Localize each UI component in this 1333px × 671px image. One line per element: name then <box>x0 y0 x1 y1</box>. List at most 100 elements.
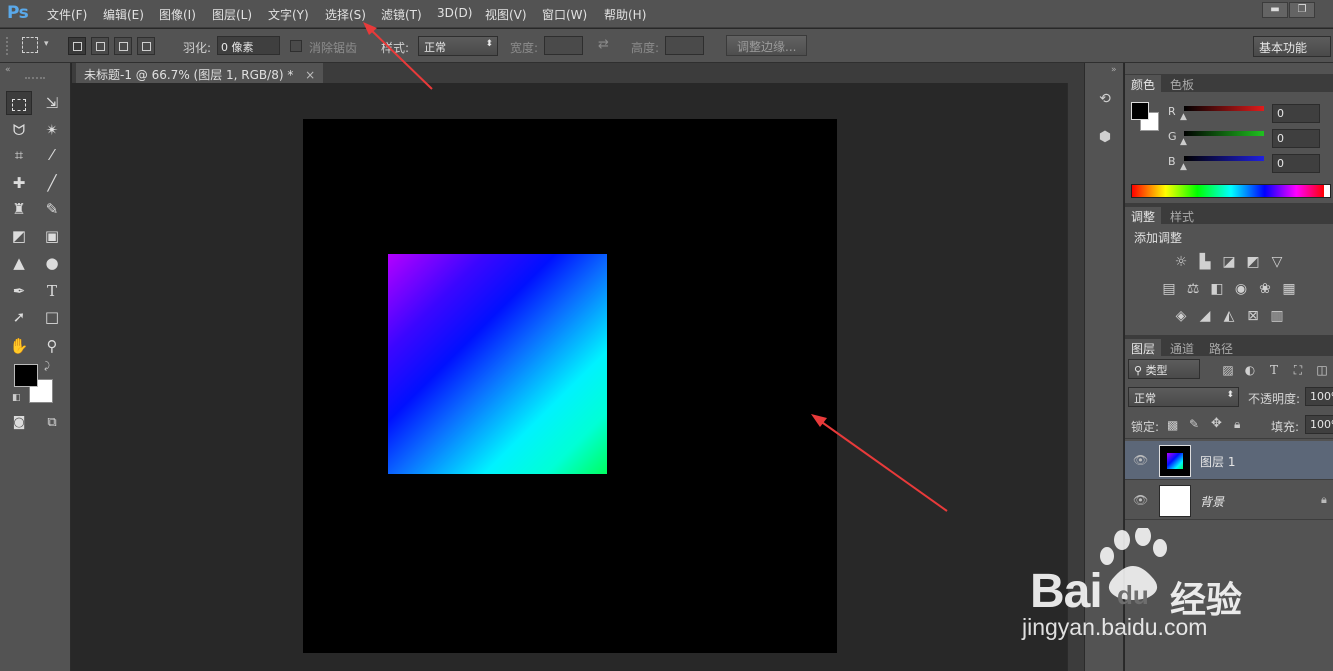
close-icon[interactable]: × <box>305 68 315 82</box>
brush-tool-icon[interactable]: ╱ <box>39 171 65 195</box>
default-colors-icon[interactable]: ◧ <box>12 393 21 403</box>
swap-icon[interactable]: ⇄ <box>598 37 609 52</box>
tab-channels[interactable]: 通道 <box>1164 339 1200 356</box>
eye-icon[interactable]: 👁︎ <box>1133 493 1148 507</box>
eye-icon[interactable]: 👁︎ <box>1133 453 1148 467</box>
posterize-icon[interactable]: ◢ <box>1195 306 1215 326</box>
gradient-tool-icon[interactable]: ▣ <box>39 224 65 248</box>
invert-icon[interactable]: ◈ <box>1171 306 1191 326</box>
subtract-selection-icon[interactable] <box>114 37 132 55</box>
color-spectrum-ramp[interactable] <box>1131 184 1331 198</box>
gradient-square[interactable] <box>388 254 607 474</box>
opacity-input[interactable]: 100% <box>1305 387 1333 406</box>
menu-image[interactable]: 图像(I) <box>159 6 196 23</box>
hand-tool-icon[interactable]: ✋ <box>6 334 32 358</box>
slider-handle-icon[interactable]: ▲ <box>1180 112 1187 122</box>
foreground-swatch[interactable] <box>1131 102 1149 120</box>
curves-icon[interactable]: ◪ <box>1219 252 1239 272</box>
menu-file[interactable]: 文件(F) <box>47 6 87 23</box>
channel-b-value[interactable]: 0 <box>1272 154 1320 173</box>
color-balance-icon[interactable]: ⚖ <box>1183 279 1203 299</box>
brightness-icon[interactable]: ☼ <box>1171 252 1191 272</box>
blend-mode-select[interactable]: 正常 ⬍ <box>1128 387 1239 407</box>
restore-icon[interactable]: ❐ <box>1289 2 1315 18</box>
filter-pixel-icon[interactable]: ▨ <box>1218 360 1238 380</box>
photo-filter-icon[interactable]: ◉ <box>1231 279 1251 299</box>
menu-window[interactable]: 窗口(W) <box>542 6 587 23</box>
fill-input[interactable]: 100% <box>1305 415 1333 434</box>
feather-input[interactable]: 0 像素 <box>217 36 280 55</box>
healing-brush-icon[interactable]: ✚ <box>6 171 32 195</box>
menu-layer[interactable]: 图层(L) <box>212 6 252 23</box>
style-select[interactable]: 正常 ⬍ <box>418 36 498 56</box>
tab-layers[interactable]: 图层 <box>1125 339 1162 356</box>
menu-select[interactable]: 选择(S) <box>325 6 366 23</box>
eraser-icon[interactable]: ◩ <box>6 224 32 248</box>
filter-type-icon[interactable]: T <box>1264 360 1284 380</box>
tab-color[interactable]: 颜色 <box>1125 75 1162 92</box>
hue-saturation-icon[interactable]: ▤ <box>1159 279 1179 299</box>
dodge-tool-icon[interactable]: ● <box>39 251 65 275</box>
lock-pixels-icon[interactable]: ✎ <box>1189 417 1199 431</box>
lock-transparent-icon[interactable]: ▩ <box>1167 418 1178 432</box>
screen-mode-icon[interactable]: ⧉ <box>39 411 65 435</box>
chevron-down-icon[interactable]: ▾ <box>44 39 49 49</box>
channel-g-slider[interactable] <box>1184 131 1264 136</box>
slider-handle-icon[interactable]: ▲ <box>1180 137 1187 147</box>
menu-help[interactable]: 帮助(H) <box>604 6 646 23</box>
eyedropper-icon[interactable]: ⁄ <box>39 143 65 167</box>
channel-r-slider[interactable] <box>1184 106 1264 111</box>
history-brush-icon[interactable]: ✎ <box>39 197 65 221</box>
expand-icon[interactable]: » <box>1111 65 1117 75</box>
channel-b-slider[interactable] <box>1184 156 1264 161</box>
exposure-icon[interactable]: ◩ <box>1243 252 1263 272</box>
levels-icon[interactable]: ▙ <box>1195 252 1215 272</box>
antialias-checkbox[interactable] <box>290 40 302 52</box>
intersect-selection-icon[interactable] <box>137 37 155 55</box>
history-panel-icon[interactable]: ⟲ <box>1091 87 1119 111</box>
filter-adjustment-icon[interactable]: ◐ <box>1240 360 1260 380</box>
zoom-tool-icon[interactable]: ⚲ <box>39 334 65 358</box>
vibrance-icon[interactable]: ▽ <box>1267 252 1287 272</box>
path-select-icon[interactable]: ➚ <box>6 305 32 329</box>
menu-view[interactable]: 视图(V) <box>485 6 527 23</box>
tab-styles[interactable]: 样式 <box>1164 207 1200 224</box>
layer-row[interactable]: 👁︎ 背景 🔒︎ <box>1125 481 1333 520</box>
document-tab[interactable]: 未标题-1 @ 66.7% (图层 1, RGB/8) * × <box>76 63 324 83</box>
lock-all-icon[interactable]: 🔒︎ <box>1234 417 1240 432</box>
black-white-icon[interactable]: ◧ <box>1207 279 1227 299</box>
selective-color-icon[interactable]: ⊠ <box>1243 306 1263 326</box>
color-lookup-icon[interactable]: ▦ <box>1279 279 1299 299</box>
gradient-map-icon[interactable]: ▥ <box>1267 306 1287 326</box>
lock-position-icon[interactable]: ✥ <box>1211 416 1222 431</box>
tab-swatches[interactable]: 色板 <box>1164 75 1200 92</box>
menu-edit[interactable]: 编辑(E) <box>103 6 144 23</box>
pen-tool-icon[interactable]: ✒ <box>6 279 32 303</box>
refine-edge-button[interactable]: 调整边缘... <box>726 35 808 56</box>
marquee-preset-icon[interactable] <box>22 37 38 53</box>
blur-tool-icon[interactable]: ▲ <box>6 251 32 275</box>
move-tool-icon[interactable]: ⇲ <box>39 91 65 115</box>
height-input[interactable] <box>665 36 704 55</box>
swap-colors-icon[interactable]: ⤸ <box>44 361 50 372</box>
channel-r-value[interactable]: 0 <box>1272 104 1320 123</box>
menu-type[interactable]: 文字(Y) <box>268 6 309 23</box>
menu-filter[interactable]: 滤镜(T) <box>381 6 422 23</box>
collapse-icon[interactable]: « <box>5 65 11 75</box>
minimize-icon[interactable]: ▬ <box>1262 2 1288 18</box>
add-selection-icon[interactable] <box>91 37 109 55</box>
slider-handle-icon[interactable]: ▲ <box>1180 162 1187 172</box>
channel-mixer-icon[interactable]: ❀ <box>1255 279 1275 299</box>
marquee-tool-icon[interactable] <box>6 91 32 115</box>
menu-3d[interactable]: 3D(D) <box>437 6 472 20</box>
channel-g-value[interactable]: 0 <box>1272 129 1320 148</box>
layer-row[interactable]: 👁︎ 图层 1 <box>1125 441 1333 480</box>
clone-stamp-icon[interactable]: ♜ <box>6 197 32 221</box>
crop-tool-icon[interactable]: ⌗ <box>6 143 32 167</box>
type-tool-icon[interactable]: T <box>39 279 65 303</box>
new-selection-icon[interactable] <box>68 37 86 55</box>
magic-wand-icon[interactable]: ✴ <box>39 118 65 142</box>
workspace-select[interactable]: 基本功能 <box>1253 36 1331 57</box>
shape-tool-icon[interactable]: □ <box>39 305 65 329</box>
threshold-icon[interactable]: ◭ <box>1219 306 1239 326</box>
